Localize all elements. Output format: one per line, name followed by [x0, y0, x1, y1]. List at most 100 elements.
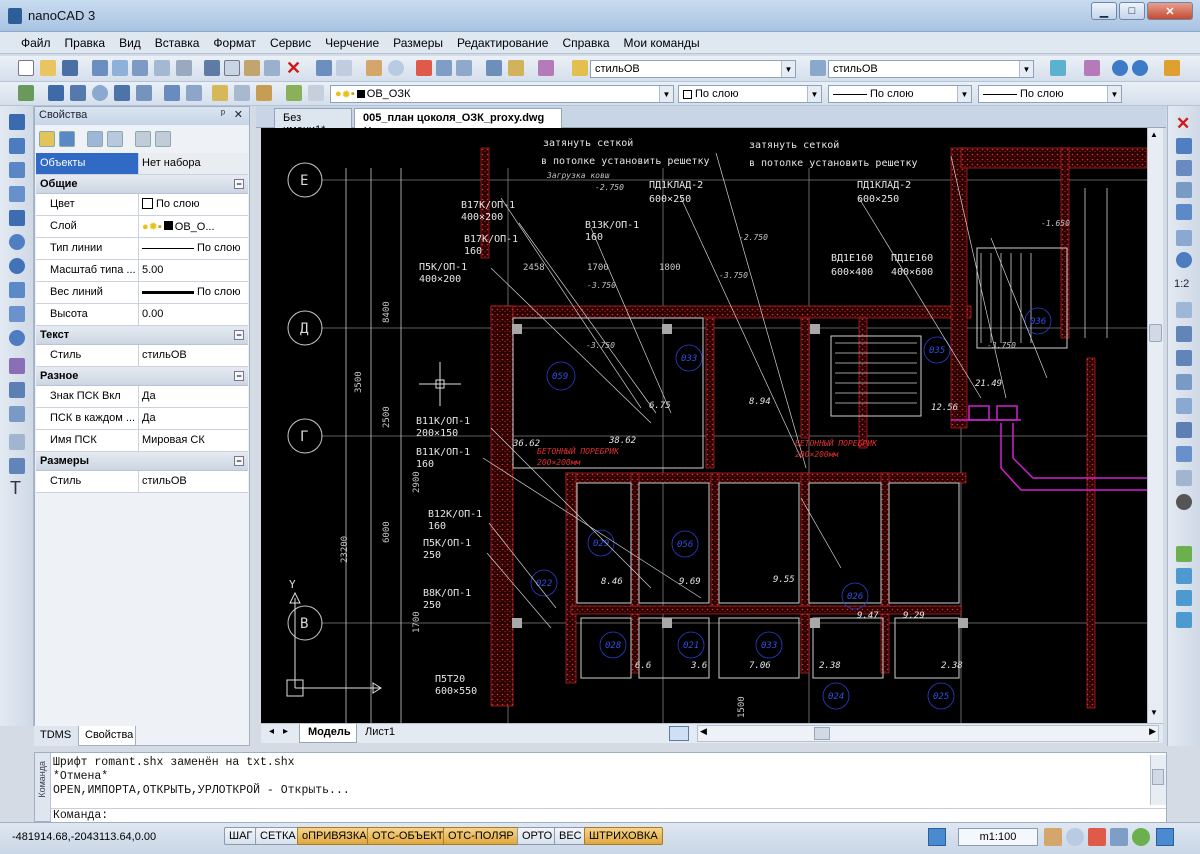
scale-icon[interactable]: 1:2 [1174, 278, 1189, 290]
toggle-otrack[interactable]: ОТС-ОБЪЕКТ [367, 827, 449, 845]
menu-format[interactable]: Формат [206, 36, 263, 50]
prop-value[interactable]: ●✹▪ ОВ_О... [139, 216, 248, 237]
tab-tdms[interactable]: TDMS [34, 726, 78, 746]
snap-endpoint-icon[interactable] [48, 85, 64, 101]
xref-icon[interactable] [1176, 612, 1192, 628]
cut-icon[interactable] [204, 60, 220, 76]
prop-row-ucs-per-viewport[interactable]: ПСК в каждом ... Да [36, 408, 248, 430]
tab-model[interactable]: Модель [299, 724, 357, 743]
filter-icon[interactable] [107, 131, 123, 147]
menu-insert[interactable]: Вставка [148, 36, 207, 50]
scroll-right-icon[interactable]: ▶ [1149, 726, 1156, 737]
rotate-icon[interactable] [1176, 252, 1192, 268]
block-library-icon[interactable] [1084, 60, 1100, 76]
sphere-icon[interactable] [1176, 494, 1192, 510]
distance-icon[interactable] [486, 60, 502, 76]
tab-prev-icon[interactable]: ◂ [269, 726, 274, 737]
collapse-icon[interactable]: − [234, 330, 244, 340]
section-text[interactable]: Текст − [36, 326, 248, 345]
snap-extension-icon[interactable] [186, 85, 202, 101]
prop-row-height[interactable]: Высота 0.00 [36, 304, 248, 326]
doc-tab-active[interactable]: 005_план цоколя_ОЗК_proxy.dwg ✕ [354, 108, 562, 137]
trim-icon[interactable] [1176, 326, 1192, 342]
menu-file[interactable]: Файл [14, 36, 58, 50]
array-icon[interactable] [1176, 204, 1192, 220]
tab-properties[interactable]: Свойства [78, 726, 136, 746]
plot-icon[interactable] [154, 60, 170, 76]
print-icon[interactable] [92, 60, 108, 76]
collapse-icon[interactable]: − [234, 179, 244, 189]
join-icon[interactable] [1176, 398, 1192, 414]
break-icon[interactable] [1176, 374, 1192, 390]
offset-icon[interactable] [1176, 182, 1192, 198]
layer-manager-icon[interactable] [308, 85, 324, 101]
menu-edit[interactable]: Правка [58, 36, 113, 50]
snap-insert-icon[interactable] [212, 85, 228, 101]
doc-tab-untitled[interactable]: Без имени1* [274, 108, 352, 136]
pencil-icon[interactable] [1164, 60, 1180, 76]
prop-value[interactable]: Мировая СК [139, 430, 248, 451]
stretch-icon[interactable] [1176, 302, 1192, 318]
image-icon[interactable] [9, 406, 25, 422]
fillet-icon[interactable] [1176, 446, 1192, 462]
zoom-extents-status-icon[interactable] [1110, 828, 1128, 846]
polygon-icon[interactable] [9, 186, 25, 202]
fullscreen-icon[interactable] [1156, 828, 1174, 846]
save-icon[interactable] [62, 60, 78, 76]
dim-style-select[interactable]: стильОВ ▼ [828, 60, 1034, 78]
menu-view[interactable]: Вид [112, 36, 148, 50]
section-general[interactable]: Общие − [36, 175, 248, 194]
measure-icon[interactable] [508, 60, 524, 76]
attribute-icon[interactable] [1176, 590, 1192, 606]
annotation-scale[interactable]: m1:100 [958, 828, 1038, 846]
prop-value[interactable]: 5.00 [139, 260, 248, 281]
select-objects-icon[interactable] [39, 131, 55, 147]
prop-value[interactable]: По слою [139, 238, 248, 259]
model-space-icon[interactable] [928, 828, 946, 846]
paste-icon[interactable] [244, 60, 260, 76]
ellipse-icon[interactable] [9, 330, 25, 346]
polyline-icon[interactable] [9, 138, 25, 154]
prop-row-ucs-name[interactable]: Имя ПСК Мировая СК [36, 430, 248, 452]
curve-icon[interactable] [9, 306, 25, 322]
minimize-button[interactable]: ▁ [1091, 2, 1117, 20]
mirror-icon[interactable] [1176, 160, 1192, 176]
scroll-up-icon[interactable]: ▲ [1150, 130, 1160, 140]
move-icon[interactable] [1176, 230, 1192, 246]
menu-my-commands[interactable]: Мои команды [617, 36, 707, 50]
block-edit-icon[interactable] [155, 131, 171, 147]
arc-icon[interactable] [9, 234, 25, 250]
prop-value[interactable]: Да [139, 408, 248, 429]
prop-row-text-style[interactable]: Стиль стильОВ [36, 345, 248, 367]
toggle-snap[interactable]: ШАГ [224, 827, 258, 845]
prop-row-ucs-icon-on[interactable]: Знак ПСК Вкл Да [36, 386, 248, 408]
copy-icon[interactable] [224, 60, 240, 76]
publish-icon[interactable] [132, 60, 148, 76]
color-select[interactable]: По слою ▼ [678, 85, 822, 103]
lineweight-select[interactable]: По слою ▼ [978, 85, 1122, 103]
scroll-left-icon[interactable]: ◀ [700, 726, 707, 737]
prop-row-color[interactable]: Цвет По слою [36, 194, 248, 216]
regen-icon[interactable] [1132, 828, 1150, 846]
zoom-previous-icon[interactable] [456, 60, 472, 76]
command-input[interactable]: Команда: [51, 808, 1166, 822]
selection-row[interactable]: Объекты Нет набора [36, 153, 248, 175]
spline-icon[interactable] [9, 162, 25, 178]
hscroll-thumb[interactable] [814, 727, 830, 740]
options-gear-icon[interactable] [1132, 60, 1148, 76]
library-icon[interactable] [538, 60, 554, 76]
pan-icon[interactable] [366, 60, 382, 76]
layer-check-icon[interactable] [286, 85, 302, 101]
collapse-icon[interactable]: − [234, 371, 244, 381]
redo-icon[interactable] [336, 60, 352, 76]
match-properties-icon[interactable] [264, 60, 280, 76]
pickadd-icon[interactable] [59, 131, 75, 147]
snap-center-icon[interactable] [92, 85, 108, 101]
prop-value[interactable]: Да [139, 386, 248, 407]
command-scrollbar[interactable] [1150, 755, 1166, 805]
menu-dimensions[interactable]: Размеры [386, 36, 450, 50]
snap-node-icon[interactable] [114, 85, 130, 101]
toggle-lineweight[interactable]: ВЕС [554, 827, 587, 845]
horizontal-scrollbar[interactable]: ◀ ▶ [697, 725, 1159, 742]
menu-draw[interactable]: Черчение [318, 36, 386, 50]
